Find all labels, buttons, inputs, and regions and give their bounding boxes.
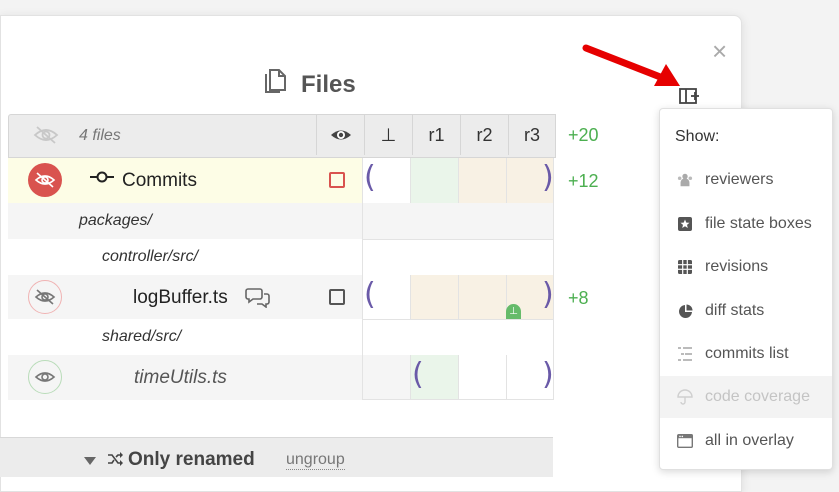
red-arrow-annotation: [582, 44, 680, 86]
show-menu: Show: reviewers file state boxes revisio…: [659, 108, 833, 470]
commits-reviewed-checkbox[interactable]: [329, 172, 345, 188]
revision-header-r3[interactable]: r3: [508, 115, 555, 155]
range-start-bracket: (: [412, 357, 424, 392]
close-button[interactable]: ×: [712, 38, 727, 64]
file-count: 4 files: [79, 127, 121, 144]
menu-item-revisions[interactable]: revisions: [660, 246, 832, 288]
eye-off-filled-icon[interactable]: [28, 163, 62, 197]
dir-row-packages: packages/: [8, 203, 362, 239]
total-diff-stat: +20: [568, 125, 599, 145]
commit-icon: [90, 170, 114, 189]
pie-icon: [677, 303, 693, 319]
menu-item-file-state-boxes[interactable]: file state boxes: [660, 203, 832, 245]
commits-diff-stat: +12: [568, 171, 599, 191]
range-end-bracket: ): [542, 357, 554, 392]
timeutils-revision-cells: ( ): [362, 355, 554, 400]
dialog-title-text: Files: [301, 70, 356, 98]
caret-down-icon[interactable]: [84, 452, 96, 470]
window-icon: [677, 433, 693, 449]
range-end-bracket: ): [542, 160, 554, 195]
file-name[interactable]: timeUtils.ts: [134, 367, 227, 389]
eye-icon: [330, 130, 351, 140]
dir-row-packages-grid: [362, 203, 554, 239]
menu-item-all-in-overlay[interactable]: all in overlay: [660, 420, 832, 462]
dir-row-controller: controller/src/: [8, 239, 362, 275]
range-end-bracket: ): [542, 277, 554, 312]
menu-item-code-coverage[interactable]: code coverage: [660, 376, 832, 418]
reviewed-column-header[interactable]: [316, 115, 364, 155]
revision-cell-r2[interactable]: [458, 355, 506, 399]
commits-row[interactable]: Commits: [8, 158, 362, 203]
files-icon: [263, 68, 287, 101]
dir-label: packages/: [79, 212, 152, 229]
revision-cell-base[interactable]: [362, 355, 410, 399]
layout-toggle-button[interactable]: [678, 86, 702, 108]
file-row-timeutils[interactable]: timeUtils.ts: [8, 355, 362, 400]
menu-item-reviewers[interactable]: reviewers: [660, 159, 832, 201]
group-label: Only renamed: [128, 449, 255, 470]
star-box-icon: [677, 216, 693, 232]
file-name[interactable]: logBuffer.ts: [133, 287, 228, 309]
commits-revision-cells: ( ): [362, 158, 554, 203]
base-marker-badge: ⊥: [506, 304, 521, 319]
discussion-icon[interactable]: [245, 286, 271, 313]
base-column-header[interactable]: ⊥: [364, 115, 412, 155]
file-reviewed-checkbox[interactable]: [329, 289, 345, 305]
grid-icon: [677, 259, 693, 275]
dir-row-controller-grid: [362, 239, 554, 275]
eye-icon[interactable]: [28, 360, 62, 394]
list-tree-icon: [677, 346, 693, 362]
shuffle-icon: [107, 452, 123, 471]
eye-off-icon[interactable]: [33, 125, 59, 150]
commits-label: Commits: [122, 170, 197, 191]
revision-cell-r2[interactable]: [458, 158, 506, 203]
revision-cell-r1[interactable]: [410, 275, 458, 319]
logbuffer-revision-cells: ( ) ⊥: [362, 275, 554, 319]
file-row-logbuffer[interactable]: logBuffer.ts: [8, 275, 362, 319]
dir-row-shared: shared/src/: [8, 319, 362, 355]
range-start-bracket: (: [364, 277, 376, 312]
menu-item-diff-stats[interactable]: diff stats: [660, 290, 832, 332]
users-icon: [677, 172, 693, 188]
table-header: 4 files ⊥ r1 r2 r3: [8, 114, 556, 158]
umbrella-icon: [677, 389, 693, 405]
revision-header-r1[interactable]: r1: [412, 115, 460, 155]
dir-row-shared-grid: [362, 319, 554, 355]
group-bar: Only renamed ungroup: [0, 437, 553, 477]
dialog-title: Files: [263, 68, 356, 101]
revision-header-r2[interactable]: r2: [460, 115, 508, 155]
menu-heading: Show:: [675, 128, 720, 145]
dir-label: shared/src/: [102, 328, 182, 345]
revision-cell-r2[interactable]: [458, 275, 506, 319]
file-diff-stat: +8: [568, 288, 589, 308]
ungroup-link[interactable]: ungroup: [286, 451, 345, 470]
menu-item-commits-list[interactable]: commits list: [660, 333, 832, 375]
eye-off-icon[interactable]: [28, 280, 62, 314]
range-start-bracket: (: [364, 160, 376, 195]
panel-add-icon: [679, 88, 699, 104]
dir-label: controller/src/: [102, 248, 199, 265]
revision-cell-r1[interactable]: [410, 158, 458, 203]
